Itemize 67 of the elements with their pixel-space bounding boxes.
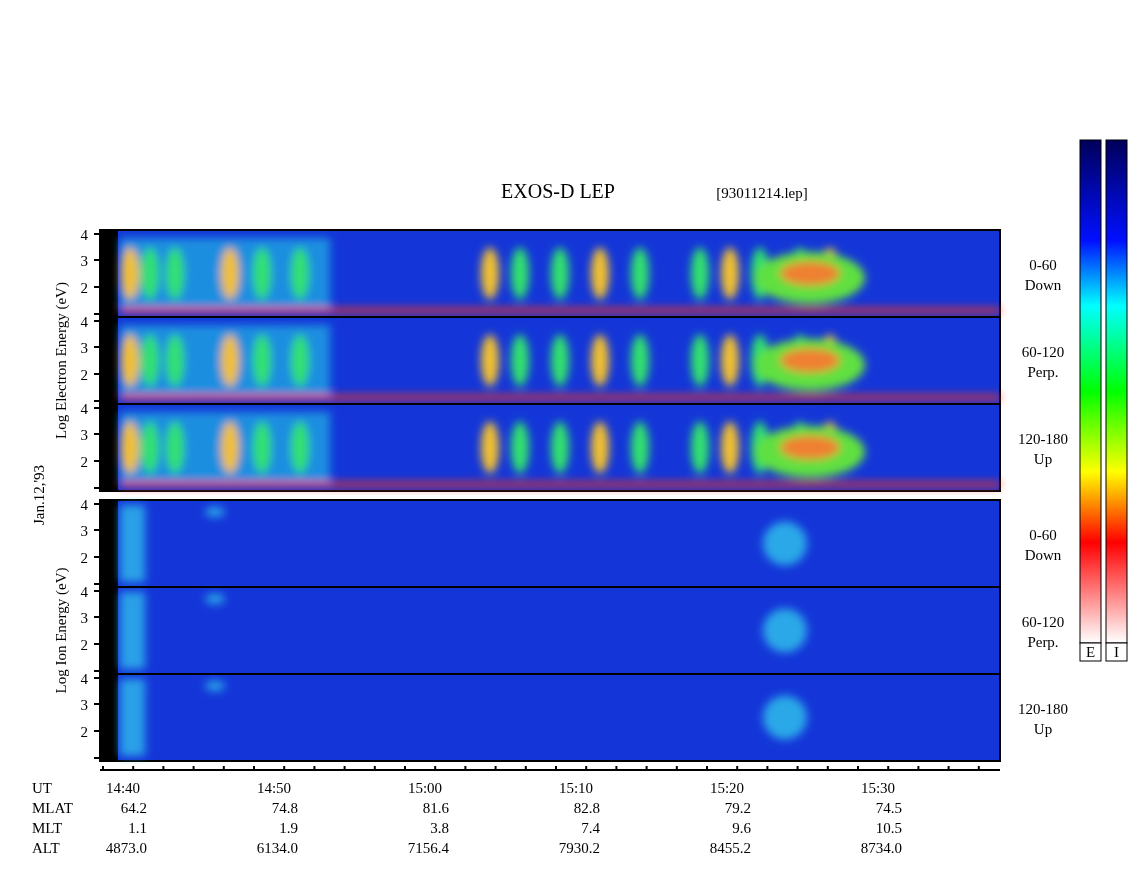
orbit-value: 74.8 [271, 800, 298, 816]
row-label: ALT [32, 840, 60, 856]
orbit-value: 6134.0 [256, 840, 298, 856]
direction-label: Up [1033, 721, 1053, 737]
orbit-value: 7.4 [581, 820, 600, 836]
orbit-value: 4873.0 [105, 840, 147, 856]
pitch-angle-label: 0-60 [1029, 527, 1057, 543]
direction-label: Down [1024, 277, 1062, 293]
row-label: UT [32, 780, 52, 796]
orbit-value: 7156.4 [407, 840, 449, 856]
y-tick-label: 3 [80, 427, 88, 443]
orbit-value: 1.9 [279, 820, 298, 836]
orbit-value: 1.1 [128, 820, 147, 836]
orbit-value: 3.8 [430, 820, 449, 836]
y-tick-label: 2 [80, 724, 88, 740]
orbit-value: 9.6 [732, 820, 751, 836]
row-label: MLAT [32, 800, 73, 816]
y-tick-label: 4 [80, 671, 88, 687]
y-tick-label: 4 [80, 227, 88, 243]
y-tick-label: 4 [80, 497, 88, 513]
color-scale-label: I [1114, 644, 1119, 660]
date-label: Jan.12,'93 [31, 464, 47, 526]
plot-title: EXOS-D LEP [501, 180, 615, 202]
orbit-value: 8455.2 [709, 840, 751, 856]
y-tick-label: 2 [80, 280, 88, 296]
orbit-value: 74.5 [875, 800, 902, 816]
file-name-label: [93011214.lep] [716, 185, 808, 201]
pitch-angle-label: 120-180 [1018, 701, 1068, 717]
orbit-value: 64.2 [120, 800, 147, 816]
y-tick-label: 3 [80, 253, 88, 269]
y-axis-label: Log Electron Energy (eV) [53, 282, 69, 439]
color-scale-label-box [1105, 642, 1128, 662]
time-tick-label: 14:40 [105, 780, 141, 796]
y-tick-label: 4 [80, 401, 88, 417]
y-tick-label: 3 [80, 610, 88, 626]
time-tick-label: 14:50 [256, 780, 292, 796]
color-scale-label: E [1085, 644, 1096, 660]
y-tick-label: 4 [80, 314, 88, 330]
direction-label: Down [1024, 547, 1062, 563]
y-tick-label: 2 [80, 367, 88, 383]
pitch-angle-label: 60-120 [1021, 344, 1065, 360]
direction-label: Up [1033, 451, 1053, 467]
orbit-value: 7930.2 [558, 840, 600, 856]
color-scale-label-box [1079, 642, 1102, 662]
pitch-angle-label: 0-60 [1029, 257, 1057, 273]
y-tick-label: 3 [80, 523, 88, 539]
orbit-value: 79.2 [724, 800, 751, 816]
direction-label: Perp. [1027, 364, 1059, 380]
time-tick-label: 15:00 [407, 780, 443, 796]
orbit-value: 8734.0 [860, 840, 902, 856]
orbit-value: 82.8 [573, 800, 600, 816]
y-tick-label: 2 [80, 454, 88, 470]
row-label: MLT [32, 820, 63, 836]
orbit-value: 10.5 [875, 820, 902, 836]
pitch-angle-label: 120-180 [1018, 431, 1068, 447]
y-tick-label: 3 [80, 697, 88, 713]
time-tick-label: 15:20 [709, 780, 745, 796]
time-tick-label: 15:10 [558, 780, 594, 796]
direction-label: Perp. [1027, 634, 1059, 650]
pitch-angle-label: 60-120 [1021, 614, 1065, 630]
time-tick-label: 15:30 [860, 780, 896, 796]
y-tick-label: 2 [80, 637, 88, 653]
y-tick-label: 2 [80, 550, 88, 566]
y-axis-label: Log Ion Energy (eV) [53, 567, 69, 694]
y-tick-label: 3 [80, 340, 88, 356]
y-tick-label: 4 [80, 584, 88, 600]
orbit-value: 81.6 [422, 800, 449, 816]
